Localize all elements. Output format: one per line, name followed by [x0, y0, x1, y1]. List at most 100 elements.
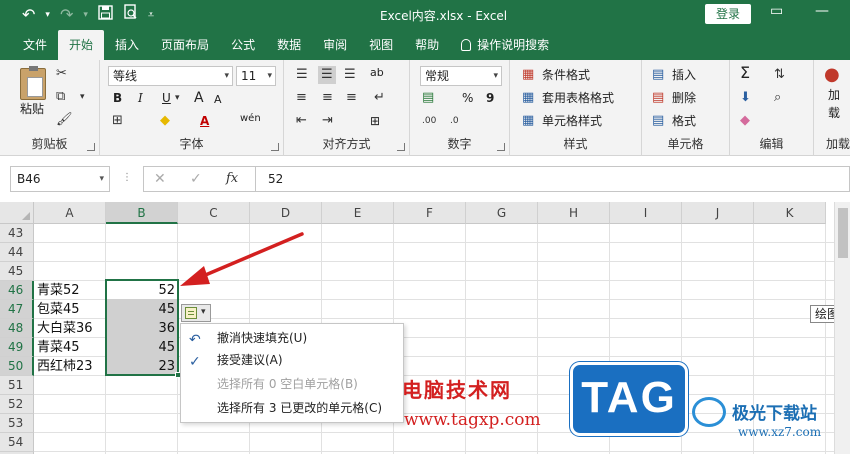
- font-name-combo[interactable]: 等线 ▾: [108, 66, 233, 86]
- cancel-entry-button[interactable]: ✕: [154, 171, 166, 187]
- column-header-e[interactable]: E: [322, 202, 394, 224]
- align-left-icon[interactable]: ≡: [296, 89, 307, 107]
- number-format-combo[interactable]: 常规 ▾: [420, 66, 502, 86]
- shrink-font-button[interactable]: A: [214, 91, 222, 109]
- column-header-b[interactable]: B: [106, 202, 178, 224]
- cell-a[interactable]: 青菜45: [37, 338, 105, 357]
- format-cells-button[interactable]: 格式: [672, 112, 696, 130]
- column-header-h[interactable]: H: [538, 202, 610, 224]
- phonetic-guide-button[interactable]: wén: [240, 110, 261, 128]
- cell-a[interactable]: 西红柿23: [37, 357, 105, 376]
- font-size-combo[interactable]: 11 ▾: [236, 66, 276, 86]
- format-as-table-button[interactable]: 套用表格格式: [542, 89, 614, 107]
- formula-input[interactable]: 52: [255, 166, 850, 192]
- row-header[interactable]: 45: [0, 262, 34, 281]
- print-preview-icon[interactable]: [123, 4, 138, 26]
- number-launcher-icon[interactable]: [497, 143, 505, 151]
- row-header[interactable]: 43: [0, 224, 34, 243]
- tab-file[interactable]: 文件: [12, 30, 58, 60]
- addins-line2[interactable]: 载: [828, 104, 840, 122]
- font-launcher-icon[interactable]: [271, 143, 279, 151]
- underline-button[interactable]: U: [162, 89, 171, 107]
- select-all-button[interactable]: [0, 202, 34, 224]
- column-header-d[interactable]: D: [250, 202, 322, 224]
- autosum-button[interactable]: Σ: [740, 64, 750, 82]
- grow-font-button[interactable]: A: [194, 89, 204, 107]
- name-box[interactable]: B46 ▾: [10, 166, 110, 192]
- alignment-launcher-icon[interactable]: [397, 143, 405, 151]
- sort-filter-icon[interactable]: ⇅: [774, 66, 785, 84]
- customize-toolbar-icon[interactable]: ⩡: [148, 4, 154, 26]
- delete-cells-button[interactable]: 删除: [672, 89, 696, 107]
- tab-home[interactable]: 开始: [58, 30, 105, 60]
- insert-cells-button[interactable]: 插入: [672, 66, 696, 84]
- row-header[interactable]: 51: [0, 376, 34, 395]
- menu-item-accept-suggestions[interactable]: ✓ 接受建议(A): [181, 349, 405, 371]
- find-select-icon[interactable]: ⌕: [774, 89, 781, 107]
- align-middle-icon[interactable]: ☰: [318, 66, 336, 84]
- cut-icon[interactable]: ✂: [56, 65, 67, 83]
- cell-a[interactable]: 青菜52: [37, 281, 105, 300]
- increase-indent-icon[interactable]: ⇥: [322, 112, 333, 130]
- row-header[interactable]: 47: [0, 300, 34, 319]
- undo-dropdown-icon[interactable]: ▾: [45, 4, 50, 26]
- increase-decimal-icon[interactable]: .00: [422, 112, 436, 130]
- accounting-format-icon[interactable]: ▤: [422, 89, 434, 107]
- align-center-icon[interactable]: ≡: [322, 89, 333, 107]
- column-header-g[interactable]: G: [466, 202, 538, 224]
- row-header[interactable]: 50: [0, 357, 34, 376]
- row-header[interactable]: 49: [0, 338, 34, 357]
- align-top-icon[interactable]: ☰: [296, 66, 308, 84]
- insert-function-button[interactable]: fx: [226, 171, 238, 186]
- row-header[interactable]: 44: [0, 243, 34, 262]
- tab-formulas[interactable]: 公式: [220, 30, 266, 60]
- align-right-icon[interactable]: ≡: [346, 89, 357, 107]
- flash-fill-options-button[interactable]: ▾: [181, 304, 211, 322]
- menu-item-undo-flash-fill[interactable]: ↶ 撤消快速填充(U): [181, 327, 405, 349]
- borders-icon[interactable]: ⊞: [112, 112, 123, 130]
- enter-entry-button[interactable]: ✓: [190, 171, 202, 187]
- cell-a[interactable]: 大白菜36: [37, 319, 105, 338]
- copy-dropdown-icon[interactable]: ▾: [80, 88, 85, 106]
- decrease-decimal-icon[interactable]: .0: [450, 112, 459, 130]
- fill-icon[interactable]: ⬇: [740, 89, 751, 107]
- cell-a[interactable]: 包菜45: [37, 300, 105, 319]
- font-color-button[interactable]: A: [200, 112, 209, 130]
- column-header-i[interactable]: I: [610, 202, 682, 224]
- redo-dropdown-icon[interactable]: ▾: [83, 4, 88, 26]
- row-header[interactable]: 52: [0, 395, 34, 414]
- italic-button[interactable]: I: [138, 89, 143, 107]
- copy-icon[interactable]: ⧉: [56, 88, 65, 106]
- tell-me-search[interactable]: 操作说明搜索: [450, 30, 560, 60]
- row-header[interactable]: 48: [0, 319, 34, 338]
- column-header-c[interactable]: C: [178, 202, 250, 224]
- align-bottom-icon[interactable]: ☰: [344, 66, 356, 84]
- tab-data[interactable]: 数据: [266, 30, 312, 60]
- scrollbar-thumb[interactable]: [838, 208, 848, 258]
- merge-center-button[interactable]: ⊞: [370, 112, 380, 130]
- wrap-text-icon[interactable]: ↵: [374, 89, 385, 107]
- row-header[interactable]: 54: [0, 433, 34, 452]
- row-header[interactable]: 46: [0, 281, 34, 300]
- clipboard-launcher-icon[interactable]: [87, 143, 95, 151]
- addins-line1[interactable]: 加: [828, 86, 840, 104]
- undo-icon[interactable]: ↶: [22, 4, 35, 26]
- paste-button[interactable]: 粘贴: [20, 100, 44, 118]
- column-header-f[interactable]: F: [394, 202, 466, 224]
- tab-page-layout[interactable]: 页面布局: [150, 30, 220, 60]
- tab-view[interactable]: 视图: [358, 30, 404, 60]
- clear-icon[interactable]: ◆: [740, 112, 750, 130]
- column-header-a[interactable]: A: [34, 202, 106, 224]
- comma-style-button[interactable]: 9: [486, 89, 494, 107]
- conditional-format-button[interactable]: 条件格式: [542, 66, 590, 84]
- percent-button[interactable]: %: [462, 89, 473, 107]
- ribbon-display-icon[interactable]: ▭: [770, 3, 783, 19]
- bold-button[interactable]: B: [113, 89, 122, 107]
- save-icon[interactable]: [98, 4, 113, 26]
- underline-dropdown-icon[interactable]: ▾: [175, 89, 180, 107]
- tab-review[interactable]: 审阅: [312, 30, 358, 60]
- row-header[interactable]: 53: [0, 414, 34, 433]
- column-header-j[interactable]: J: [682, 202, 754, 224]
- login-button[interactable]: 登录: [705, 4, 751, 24]
- decrease-indent-icon[interactable]: ⇤: [296, 112, 307, 130]
